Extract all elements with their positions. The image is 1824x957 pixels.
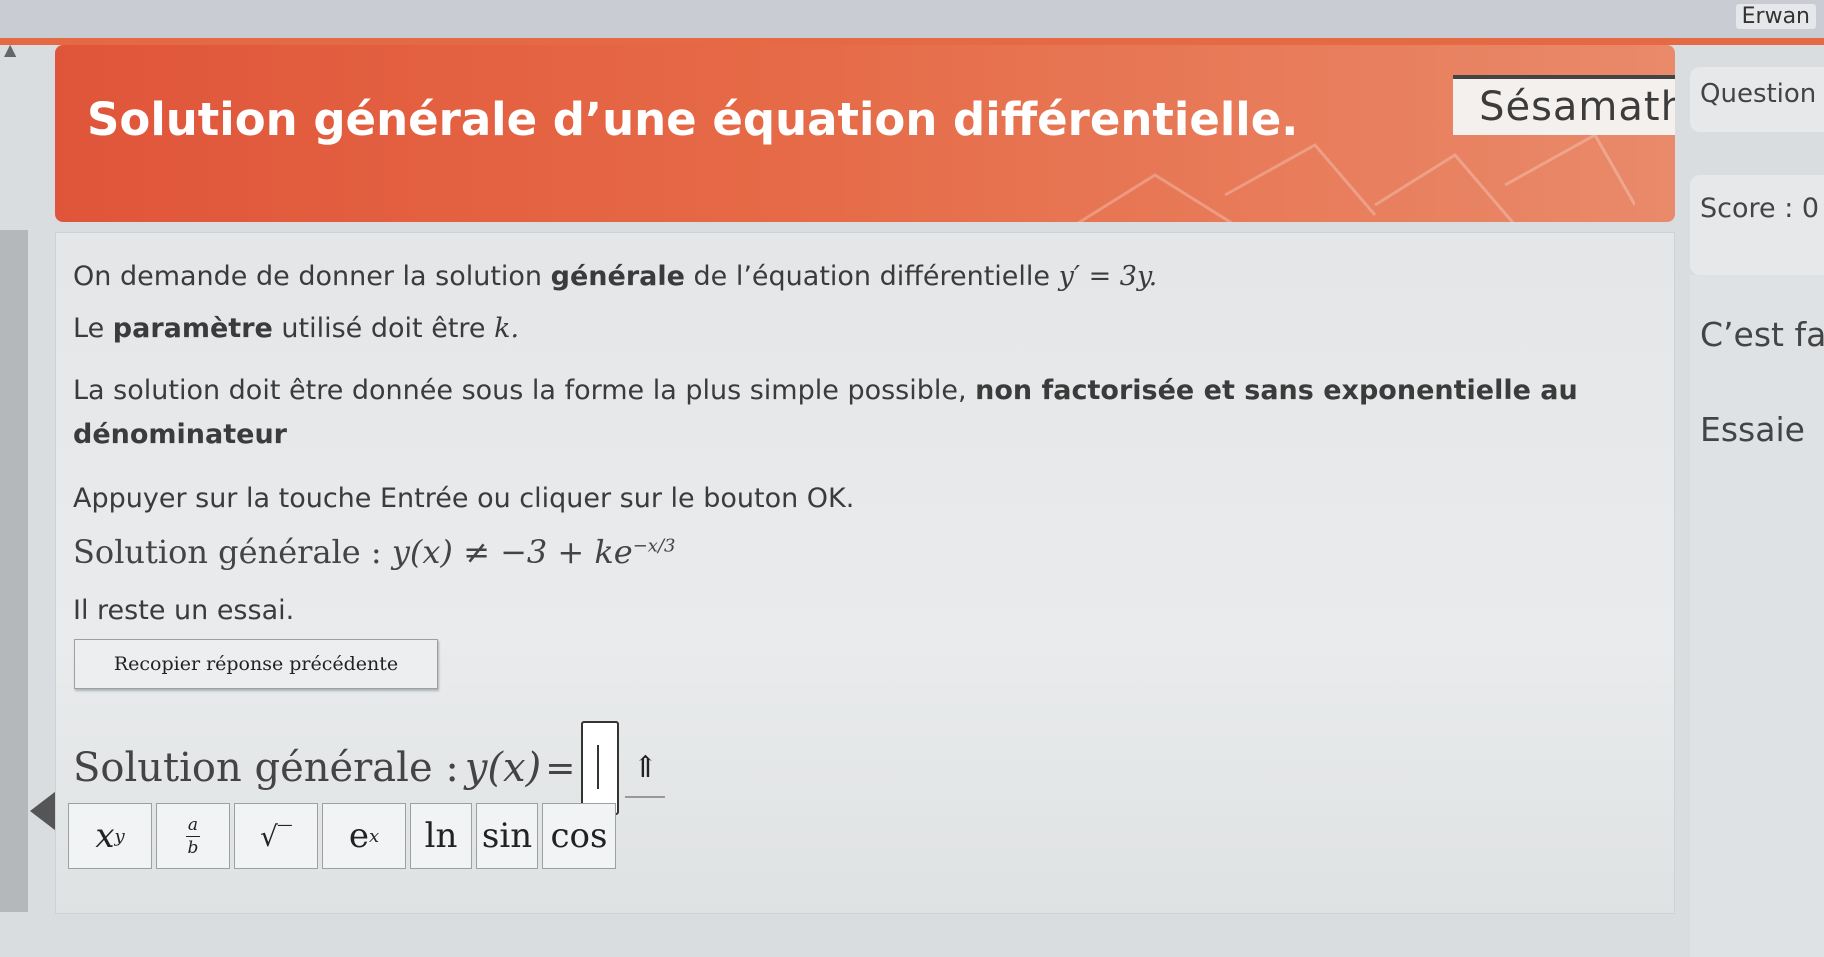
system-bar: Erwan (0, 0, 1824, 38)
statement-line-3: La solution doit être donnée sous la for… (73, 375, 1578, 406)
sqrt-icon: √‾ (260, 819, 292, 853)
previous-solution-label: Solution générale : (73, 533, 392, 571)
equals-sign: = (545, 747, 576, 789)
key-exp-exp: x (368, 825, 380, 847)
key-power[interactable]: xy (68, 803, 152, 869)
key-power-base: x (95, 816, 115, 856)
previous-solution-expr: y(x) ≠ −3 + ke (391, 533, 633, 571)
answer-label: Solution générale : (73, 745, 459, 791)
feedback-card (1690, 275, 1824, 957)
key-cos[interactable]: cos (542, 803, 616, 869)
text: La solution doit être donnée sous la for… (73, 375, 976, 406)
key-ln[interactable]: ln (410, 803, 472, 869)
text-cursor (597, 745, 600, 789)
previous-solution: Solution générale : y(x) ≠ −3 + ke−x/3 (73, 533, 675, 571)
text-bold: paramètre (112, 313, 273, 344)
answer-input[interactable] (581, 721, 620, 815)
text-bold: dénominateur (73, 419, 287, 450)
text-bold: générale (550, 261, 685, 292)
user-name[interactable]: Erwan (1735, 4, 1816, 29)
answer-row: Solution générale : y(x) = ⇑ (73, 721, 666, 815)
text-bold: non factorisée et sans exponentielle au (975, 375, 1578, 406)
header-banner: Solution générale d’une équation différe… (55, 45, 1675, 222)
caret-up-icon[interactable]: ▲ (4, 40, 16, 59)
parameter: k. (494, 313, 520, 344)
score-card (1690, 175, 1824, 275)
key-sqrt[interactable]: √‾ (234, 803, 318, 869)
key-exp-base: e (348, 816, 369, 856)
statement-line-4: dénominateur (73, 419, 287, 450)
text: utilisé doit être (272, 313, 495, 344)
right-sidebar: Question Score : 0 C’est fa Essaie (1690, 45, 1824, 957)
key-fraction-den: b (187, 837, 199, 858)
answer-lhs: y(x) (464, 745, 542, 791)
key-fraction[interactable]: a b (156, 803, 230, 869)
exercise-panel: On demande de donner la solution général… (55, 232, 1675, 914)
previous-solution-exponent: −x/3 (632, 535, 676, 557)
sesamath-logo: Sésamath (1453, 75, 1675, 135)
page-title: Solution générale d’une équation différe… (87, 93, 1299, 146)
feedback-text: C’est fa (1700, 315, 1824, 354)
text: Le (73, 313, 113, 344)
score-label: Score : 0 (1700, 193, 1820, 224)
math-keypad: xy a b √‾ ex ln sin cos (68, 803, 620, 869)
accent-line (0, 38, 1824, 45)
statement-line-1: On demande de donner la solution général… (73, 261, 1157, 292)
instruction-line: Appuyer sur la touche Entrée ou cliquer … (73, 483, 855, 514)
attempts-remaining: Il reste un essai. (73, 595, 295, 626)
question-label: Question (1700, 79, 1817, 109)
key-fraction-num: a (187, 814, 199, 835)
key-exp[interactable]: ex (322, 803, 406, 869)
key-power-exp: y (114, 825, 125, 847)
key-sin[interactable]: sin (476, 803, 538, 869)
up-arrow-icon[interactable]: ⇑ (625, 738, 666, 798)
feedback-text-2: Essaie (1700, 410, 1805, 449)
equation: y′ = 3y. (1058, 261, 1158, 292)
statement-line-2: Le paramètre utilisé doit être k. (73, 313, 519, 344)
copy-previous-answer-button[interactable]: Recopier réponse précédente (74, 639, 438, 689)
text: On demande de donner la solution (73, 261, 551, 292)
left-scrollbar[interactable] (0, 230, 28, 912)
text: de l’équation différentielle (684, 261, 1059, 292)
